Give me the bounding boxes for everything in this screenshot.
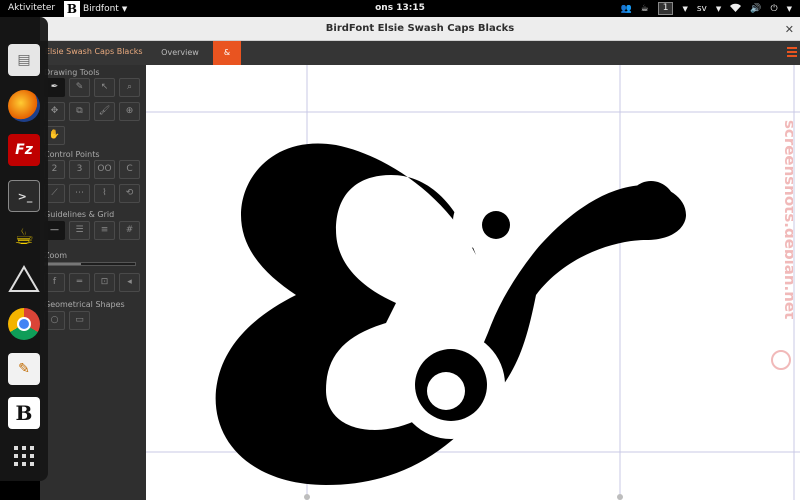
wifi-icon[interactable] [730, 3, 742, 15]
section-guidelines: Guidelines & Grid [44, 210, 115, 219]
dash-item-files[interactable]: ▤ [8, 44, 40, 76]
brush-tool-icon[interactable]: 🖌 [94, 102, 115, 121]
point-type-button[interactable]: OO [94, 160, 115, 179]
dash-item-terminal[interactable]: >_ [8, 180, 40, 212]
text-editor-icon: ✎ [18, 361, 30, 377]
close-icon[interactable]: ✕ [785, 23, 794, 36]
handles-icon[interactable]: ⋯ [69, 184, 90, 203]
people-icon[interactable]: 👥 [620, 4, 631, 14]
convert-point-button[interactable]: C [119, 160, 140, 179]
guidelines-icon[interactable]: ☰ [69, 221, 90, 240]
chrome-icon [17, 317, 31, 331]
tab-glyph-ampersand[interactable]: & [213, 41, 241, 65]
watermark: screenshots.debian.net [769, 120, 799, 380]
dash-item-teapot[interactable]: ☕ [8, 222, 40, 254]
birdfont-app-icon: B [64, 0, 80, 17]
app-menu[interactable]: B Birdfont ▼ [64, 0, 127, 17]
teapot-icon: ☕ [14, 225, 34, 250]
pointer-tool-icon[interactable]: ↖ [94, 78, 115, 97]
dash-item-app-grid[interactable] [8, 440, 40, 472]
resize-tool-icon[interactable]: ⧉ [69, 102, 90, 121]
dash: ▤ Fz >_ ☕ ✎ B [0, 17, 48, 481]
dash-item-birdfont[interactable]: B [8, 397, 40, 429]
dash-item-filezilla[interactable]: Fz [8, 134, 40, 166]
grid-icon[interactable]: # [119, 221, 140, 240]
font-name: Elsie Swash Caps Blacks [45, 47, 143, 56]
zoom-previous-icon[interactable]: ◂ [119, 273, 140, 292]
section-drawing-tools: Drawing Tools [44, 68, 100, 77]
guideline-handle[interactable] [304, 494, 310, 500]
tool-panel: Drawing Tools ✒ ✎ ↖ ⌕ ✥ ⧉ 🖌 ⊕ ✋ Control … [40, 65, 146, 500]
zoom-slider-fill [45, 263, 81, 265]
ampersand-glyph[interactable] [215, 143, 686, 485]
dash-item-chrome[interactable] [8, 308, 40, 340]
tab-overview[interactable]: Overview [152, 41, 208, 65]
system-tray: 👥 ☕ 1 ▼ sv ▼ 🔊 ⏻ ▼ [620, 0, 792, 17]
app-grid-icon [14, 446, 34, 466]
guideline-handle[interactable] [617, 494, 623, 500]
files-icon: ▤ [17, 52, 31, 68]
window-title: BirdFont Elsie Swash Caps Blacks [325, 23, 515, 34]
hamburger-menu-icon[interactable] [787, 47, 797, 57]
tab-bar: Elsie Swash Caps Blacks Overview & [40, 41, 800, 65]
filezilla-icon: Fz [15, 142, 33, 158]
watermark-text: screenshots.debian.net [781, 120, 793, 319]
inkscape-icon [8, 265, 40, 292]
zoom-width-icon[interactable]: ═ [69, 273, 90, 292]
top-bar: Aktiviteter B Birdfont ▼ ons 13:15 👥 ☕ 1… [0, 0, 800, 17]
debian-logo-icon [771, 350, 791, 370]
dash-item-inkscape[interactable] [8, 265, 40, 297]
volume-icon[interactable]: 🔊 [750, 4, 761, 14]
glyph-canvas[interactable] [146, 65, 800, 500]
terminal-icon: >_ [17, 190, 33, 203]
dash-item-text-editor[interactable]: ✎ [8, 353, 40, 385]
section-geometrical-shapes: Geometrical Shapes [44, 300, 125, 309]
activities-button[interactable]: Aktiviteter [8, 3, 55, 13]
coffee-icon[interactable]: ☕ [641, 4, 649, 14]
pencil-tool-icon[interactable]: ✎ [69, 78, 90, 97]
zoom-tool-icon[interactable]: ⌕ [119, 78, 140, 97]
language-selector[interactable]: sv [697, 4, 707, 14]
zoom-slider[interactable] [44, 262, 136, 266]
reverse-path-icon[interactable]: ⟲ [119, 184, 140, 203]
desktop: Aktiviteter B Birdfont ▼ ons 13:15 👥 ☕ 1… [0, 0, 800, 500]
birdfont-icon: B [15, 401, 33, 425]
chevron-down-icon: ▼ [715, 4, 722, 13]
rectangle-tool-icon[interactable]: ▭ [69, 311, 90, 330]
power-icon[interactable]: ⏻ [770, 4, 777, 14]
dash-item-firefox[interactable] [8, 90, 40, 122]
window-titlebar[interactable]: BirdFont Elsie Swash Caps Blacks ✕ [40, 17, 800, 41]
zoom-box-icon[interactable]: ⊡ [94, 273, 115, 292]
workspace-indicator[interactable]: 1 [657, 2, 674, 15]
glyph-drawing [146, 65, 800, 500]
baseline-icon[interactable]: ≡ [94, 221, 115, 240]
cubic-curve-button[interactable]: 3 [69, 160, 90, 179]
rotate-tool-icon[interactable]: ⊕ [119, 102, 140, 121]
tie-handles-icon[interactable]: ⌇ [94, 184, 115, 203]
section-control-points: Control Points [44, 150, 100, 159]
chevron-down-icon: ▼ [121, 4, 128, 13]
chevron-down-icon: ▼ [682, 4, 688, 13]
app-menu-label: Birdfont [83, 3, 119, 14]
chevron-down-icon: ▼ [786, 4, 792, 13]
firefox-icon [8, 90, 40, 122]
